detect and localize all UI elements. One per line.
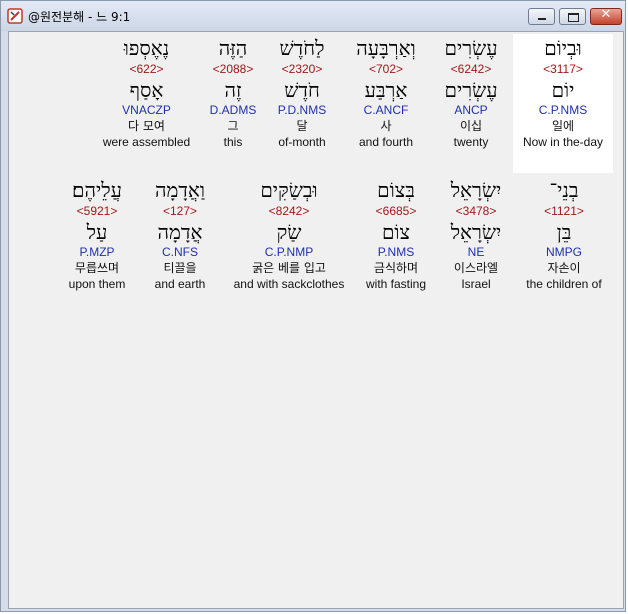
english-gloss: Now in the-day — [522, 135, 604, 149]
grammar-code: C.ANCF — [363, 103, 409, 117]
word-cell[interactable]: נֶאֶסְפוּ <622> אָסַף VNACZP 다 모여 were a… — [94, 36, 199, 149]
korean-gloss: 자손이 — [547, 261, 581, 275]
hebrew-root: אֲדָמָה — [157, 220, 203, 244]
english-gloss: upon them — [68, 277, 126, 291]
grammar-code: C.NFS — [162, 245, 198, 259]
verse-analysis-panel: וּבְיוֹם <3117> יוֹם C.P.NMS 일에 Now in t… — [8, 31, 624, 609]
hebrew-word: הַזֶּה — [218, 36, 248, 60]
grammar-code: D.ADMS — [209, 103, 257, 117]
korean-gloss: 달 — [296, 119, 308, 133]
english-gloss: were assembled — [102, 135, 191, 149]
hebrew-root: עֶשְׂרִים — [444, 78, 498, 102]
korean-gloss: 이스라엘 — [453, 261, 499, 275]
strong-number: <5921> — [76, 204, 118, 218]
word-cell[interactable]: בְּצוֹם <6685> צוֹם P.NMS 금식하며 with fast… — [360, 178, 432, 291]
word-cell[interactable]: הַזֶּה <2088> זֶה D.ADMS 그 this — [204, 36, 262, 149]
english-gloss: of-month — [278, 135, 326, 149]
hebrew-root: אַרְבַּע — [364, 78, 408, 102]
strong-number: <6685> — [375, 204, 417, 218]
title-bar[interactable]: @원전분해 - 느 9:1 ✕ — [1, 1, 625, 31]
hebrew-word: וְאַרְבָּעָה — [356, 36, 416, 60]
hebrew-word: עֲלֵיהֶם׃ — [72, 178, 122, 202]
grammar-code: NE — [467, 245, 485, 259]
grammar-code: ANCP — [454, 103, 488, 117]
hebrew-word: בְנֵי־ — [549, 178, 579, 202]
grammar-code: P.NMS — [377, 245, 415, 259]
hebrew-word: וַאֲדָמָה — [154, 178, 206, 202]
strong-number: <1121> — [544, 204, 584, 218]
hebrew-root: שַׂק — [276, 220, 302, 244]
word-cell[interactable]: לַחֹדֶשׁ <2320> חֹדֶשׁ P.D.NMS 달 of-mont… — [265, 36, 339, 149]
strong-number: <3117> — [543, 62, 583, 76]
korean-gloss: 금식하며 — [373, 261, 419, 275]
hebrew-root: צוֹם — [381, 220, 411, 244]
word-cell[interactable]: עֲלֵיהֶם׃ <5921> עַל P.MZP 무릅쓰며 upon the… — [55, 178, 139, 291]
grammar-code: NMPG — [546, 245, 582, 259]
window-title: @원전분해 - 느 9:1 — [28, 10, 131, 24]
korean-gloss: 그 — [227, 119, 239, 133]
english-gloss: the children of — [526, 277, 602, 291]
grammar-code: C.P.NMP — [264, 245, 314, 259]
grammar-code: C.P.NMS — [538, 103, 588, 117]
english-gloss: Israel — [461, 277, 491, 291]
english-gloss: twenty — [453, 135, 489, 149]
strong-number: <2320> — [281, 62, 323, 76]
korean-gloss: 사 — [380, 119, 392, 133]
word-cell[interactable]: וּבְשַׂקִּים <8242> שַׂק C.P.NMP 굵은 베를 입… — [225, 178, 353, 291]
korean-gloss: 일에 — [551, 119, 575, 133]
strong-number: <622> — [129, 62, 164, 76]
hebrew-word: יִשְׂרָאֵל — [450, 178, 502, 202]
strong-number: <2088> — [212, 62, 254, 76]
hebrew-root: יוֹם — [551, 78, 575, 102]
grammar-code: P.MZP — [79, 245, 115, 259]
word-cell[interactable]: עֶשְׂרִים <6242> עֶשְׂרִים ANCP 이십 twent… — [431, 36, 511, 149]
hebrew-root: זֶה — [224, 78, 242, 102]
hebrew-root: אָסַף — [129, 78, 164, 102]
word-cell[interactable]: וַאֲדָמָה <127> אֲדָמָה C.NFS 티끌을 and ea… — [144, 178, 216, 291]
word-cell[interactable]: וּבְיוֹם <3117> יוֹם C.P.NMS 일에 Now in t… — [513, 36, 613, 149]
hebrew-word: עֶשְׂרִים — [444, 36, 498, 60]
hebrew-root: יִשְׂרָאֵל — [450, 220, 502, 244]
hebrew-root: חֹדֶשׁ — [284, 78, 320, 102]
hebrew-word: נֶאֶסְפוּ — [123, 36, 170, 60]
english-gloss: with fasting — [365, 277, 427, 291]
english-gloss: this — [223, 135, 243, 149]
hebrew-word: וּבְשַׂקִּים — [260, 178, 318, 202]
strong-number: <3478> — [455, 204, 497, 218]
grammar-code: P.D.NMS — [277, 103, 327, 117]
strong-number: <8242> — [268, 204, 310, 218]
maximize-button[interactable] — [559, 8, 586, 25]
word-cell[interactable]: בְנֵי־ <1121> בֵּן NMPG 자손이 the children… — [519, 178, 609, 291]
app-window: @원전분해 - 느 9:1 ✕ וּבְיוֹם <3117> יוֹם C.P… — [0, 0, 626, 612]
korean-gloss: 이십 — [459, 119, 483, 133]
korean-gloss: 굵은 베를 입고 — [252, 261, 326, 275]
english-gloss: and fourth — [358, 135, 414, 149]
close-button[interactable]: ✕ — [590, 7, 622, 25]
hebrew-root: עַל — [86, 220, 108, 244]
bible-app-icon — [7, 8, 23, 24]
hebrew-word: לַחֹדֶשׁ — [279, 36, 325, 60]
grammar-code: VNACZP — [122, 103, 171, 117]
hebrew-root: בֵּן — [556, 220, 572, 244]
close-icon: ✕ — [600, 7, 612, 22]
english-gloss: and with sackclothes — [233, 277, 345, 291]
korean-gloss: 무릅쓰며 — [74, 261, 120, 275]
strong-number: <702> — [368, 62, 404, 76]
strong-number: <6242> — [450, 62, 492, 76]
word-cell[interactable]: יִשְׂרָאֵל <3478> יִשְׂרָאֵל NE 이스라엘 Isr… — [437, 178, 515, 291]
english-gloss: and earth — [154, 277, 206, 291]
hebrew-word: וּבְיוֹם — [544, 36, 582, 60]
korean-gloss: 티끌을 — [163, 261, 197, 275]
korean-gloss: 다 모여 — [128, 119, 165, 133]
word-cell[interactable]: וְאַרְבָּעָה <702> אַרְבַּע C.ANCF 사 and… — [342, 36, 430, 149]
hebrew-word: בְּצוֹם — [377, 178, 415, 202]
minimize-button[interactable] — [528, 8, 555, 25]
strong-number: <127> — [162, 204, 198, 218]
